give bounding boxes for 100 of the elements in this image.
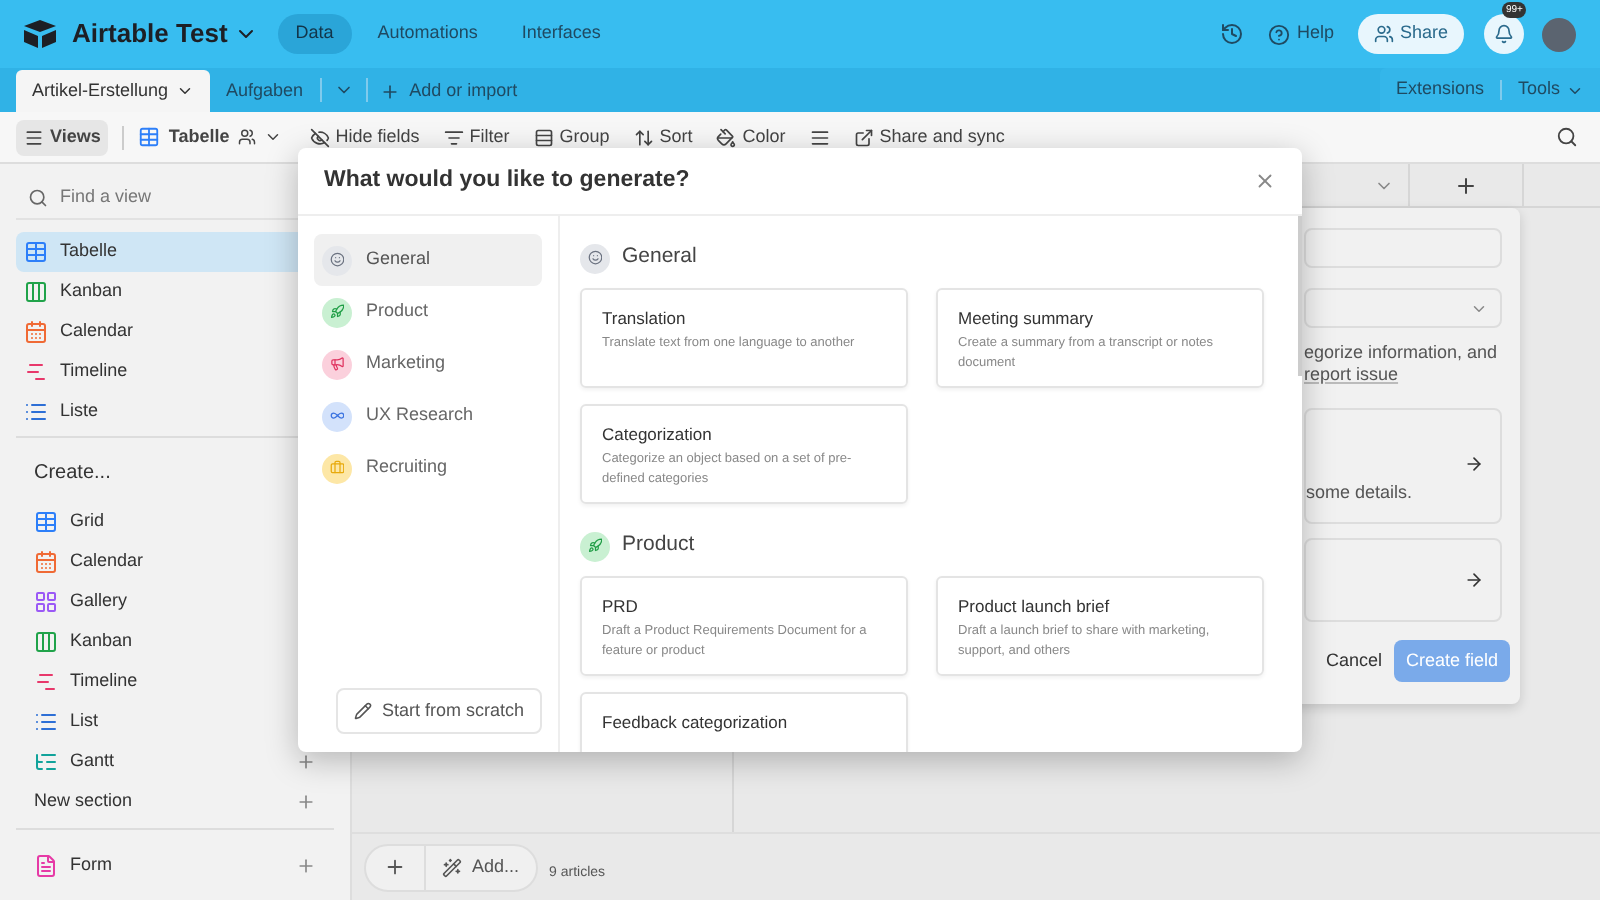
card-title: Categorization <box>602 424 714 446</box>
tools-button[interactable]: Tools <box>1517 76 1584 104</box>
filter-icon <box>443 127 464 147</box>
select-field[interactable] <box>1304 288 1502 328</box>
people-icon <box>237 128 256 146</box>
toolbar-button[interactable]: Hide fields <box>309 123 420 151</box>
create-item[interactable]: Timeline <box>16 662 334 702</box>
section-heading: General <box>622 242 697 273</box>
close-icon[interactable] <box>1254 170 1276 192</box>
input-field[interactable] <box>1304 228 1502 268</box>
people-icon <box>1373 24 1394 44</box>
start-from-scratch-button[interactable]: Start from scratch <box>336 688 542 734</box>
timeline-icon <box>34 670 58 694</box>
table-tab[interactable]: Aufgaben <box>210 70 320 112</box>
history-icon[interactable] <box>1220 22 1245 46</box>
toolbar-button[interactable]: Sort <box>633 123 693 151</box>
sort-icon <box>633 127 654 147</box>
nav-tab[interactable]: Interfaces <box>503 14 619 54</box>
create-item[interactable]: Form <box>16 846 334 886</box>
smiley-icon <box>580 243 610 273</box>
bell-icon <box>1494 24 1514 44</box>
search-icon[interactable] <box>1556 126 1578 148</box>
create-item[interactable]: Grid <box>16 502 334 542</box>
avatar[interactable] <box>1542 17 1576 51</box>
menu-icon <box>24 127 44 147</box>
card-title: Feedback categorization <box>602 712 790 734</box>
description-text: egorize information, and <box>1304 342 1500 364</box>
create-item[interactable]: Gallery <box>16 582 334 622</box>
create-item[interactable]: Kanban <box>16 622 334 662</box>
toolbar-button[interactable]: Filter <box>443 123 510 151</box>
nav-tab[interactable]: Data <box>277 14 352 54</box>
template-card[interactable]: Feedback categorization <box>580 692 908 752</box>
briefcase-icon <box>322 453 352 483</box>
toolbar-button[interactable]: Share and sync <box>853 123 1005 151</box>
table-tab[interactable]: Artikel-Erstellung <box>16 70 211 112</box>
notifications-button[interactable] <box>1484 14 1524 54</box>
external-link-icon <box>853 127 874 147</box>
create-heading: Create... <box>32 459 113 487</box>
infinity-icon <box>322 401 352 431</box>
create-item[interactable]: List <box>16 702 334 742</box>
new-section-button[interactable]: New section <box>16 782 334 822</box>
help-button[interactable]: Help <box>1268 20 1334 48</box>
nav-tab[interactable]: Automations <box>359 14 496 54</box>
cancel-button[interactable]: Cancel <box>1325 647 1382 675</box>
group-icon <box>533 127 554 147</box>
grid-icon <box>138 126 161 148</box>
search-field[interactable]: Find a view <box>60 183 300 211</box>
paint-bucket-icon <box>716 127 737 147</box>
option-card[interactable]: some details. <box>1304 408 1502 524</box>
views-button[interactable]: Views <box>16 119 109 155</box>
category-item[interactable]: Recruiting <box>314 442 542 494</box>
plus-icon[interactable] <box>384 856 406 878</box>
gallery-icon <box>34 590 58 614</box>
search-icon <box>28 187 48 207</box>
grid-icon <box>24 240 48 264</box>
gantt-icon <box>34 750 58 774</box>
calendar-icon <box>34 550 58 574</box>
base-title[interactable]: Airtable Test <box>72 14 228 54</box>
add-column-icon[interactable] <box>1454 173 1478 197</box>
logo-icon <box>24 20 56 48</box>
smiley-icon <box>322 245 352 275</box>
card-title: Translation <box>602 308 688 330</box>
form-icon <box>34 854 58 878</box>
eye-off-icon <box>309 127 330 147</box>
arrow-icon <box>1464 454 1484 474</box>
create-item[interactable]: Gantt <box>16 742 334 782</box>
extensions-button[interactable]: Extensions <box>1395 76 1484 104</box>
kanban-icon <box>24 280 48 304</box>
category-item[interactable]: General <box>314 234 542 286</box>
plus-icon[interactable] <box>296 752 316 772</box>
help-icon <box>1268 23 1291 45</box>
megaphone-icon <box>322 349 352 379</box>
plus-icon <box>379 81 400 101</box>
add-import-button[interactable]: Add or import <box>367 70 530 112</box>
dialog-title: What would you like to generate? <box>324 165 692 196</box>
scrollbar[interactable] <box>1298 216 1302 376</box>
pencil-icon <box>354 702 372 720</box>
rocket-icon <box>580 531 610 561</box>
chevron-icon <box>176 82 195 100</box>
card-title: Product launch brief <box>958 596 1112 618</box>
chevron-icon <box>263 128 282 146</box>
add-button[interactable]: Add... <box>426 853 536 881</box>
rocket-icon <box>322 297 352 327</box>
timeline-icon <box>24 360 48 384</box>
card-title: PRD <box>602 596 640 618</box>
arrow-icon <box>1464 570 1484 590</box>
view-switcher[interactable]: Tabelle <box>138 123 282 151</box>
option-text: some details. <box>1306 479 1413 505</box>
row-height-icon[interactable] <box>809 127 830 147</box>
grid-icon <box>34 510 58 534</box>
calendar-icon <box>24 320 48 344</box>
section-heading: Product <box>622 530 695 561</box>
magic-wand-icon <box>442 857 462 877</box>
card-title: Meeting summary <box>958 308 1096 330</box>
create-item[interactable]: Calendar <box>16 542 334 582</box>
plus-icon <box>296 792 316 812</box>
report-issue-link[interactable]: report issue <box>1304 364 1399 386</box>
share-button[interactable]: Share <box>1357 14 1464 54</box>
kanban-icon <box>34 630 58 654</box>
toolbar-button[interactable]: Color <box>716 123 786 151</box>
